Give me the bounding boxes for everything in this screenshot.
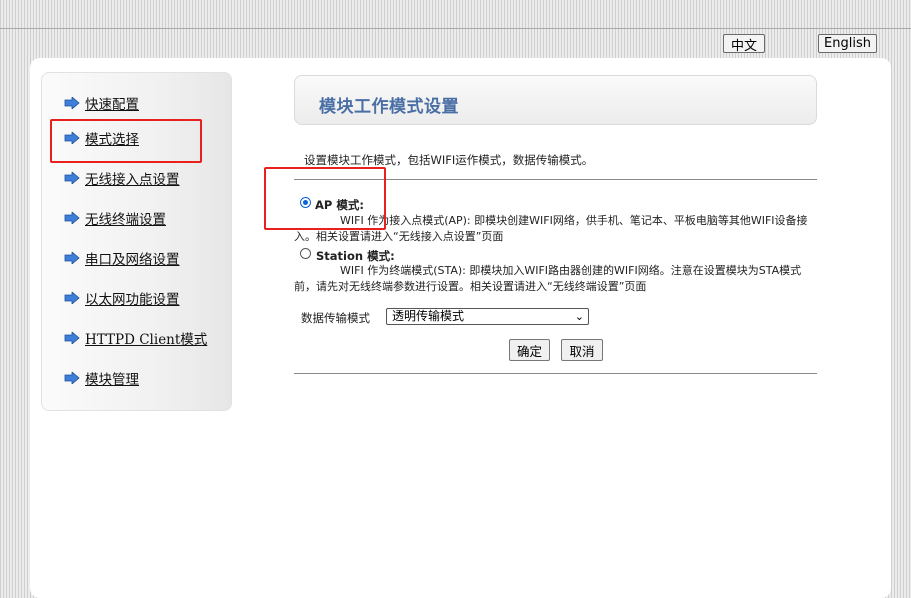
ok-button[interactable]: 确定 [509,339,550,361]
station-mode-radio[interactable] [300,248,311,259]
arrow-right-icon [64,172,80,184]
sidebar-item-label: 快速配置 [85,97,139,113]
arrow-right-icon [64,292,80,304]
english-language-button[interactable]: English [818,34,877,53]
arrow-right-icon [64,252,80,264]
chevron-down-icon: ⌄ [574,310,584,323]
arrow-right-icon [64,372,80,384]
sidebar-item-label: 以太网功能设置 [85,292,180,308]
sidebar-item-label: 无线接入点设置 [85,172,180,188]
highlight-box-ap-mode [264,167,386,230]
page-description: 设置模块工作模式，包括WIFI运作模式，数据传输模式。 [304,153,594,167]
sidebar-item-label: HTTPD Client模式 [85,332,208,348]
cancel-button[interactable]: 取消 [561,339,603,361]
sidebar-item-wireless-ap-settings[interactable]: 无线接入点设置 [64,168,180,188]
sidebar-item-label: 串口及网络设置 [85,252,180,268]
sidebar-item-quick-config[interactable]: 快速配置 [64,93,139,113]
station-mode-description: WIFI 作为终端模式(STA): 即模块加入WIFI路由器创建的WIFI网络。… [294,264,802,293]
transfer-mode-label: 数据传输模式 [301,311,370,325]
arrow-right-icon [64,97,80,109]
chinese-language-button[interactable]: 中文 [723,34,765,54]
sidebar-item-label: 模块管理 [85,372,139,388]
sidebar-item-ethernet-settings[interactable]: 以太网功能设置 [64,288,180,308]
sidebar-item-wireless-terminal-settings[interactable]: 无线终端设置 [64,208,166,228]
sidebar-item-serial-network-settings[interactable]: 串口及网络设置 [64,248,180,268]
page-title-box: 模块工作模式设置 [294,75,817,125]
transfer-mode-select[interactable]: 透明传输模式 ⌄ [386,308,589,325]
station-mode-label: Station 模式: [316,249,395,263]
top-divider [0,28,911,29]
arrow-right-icon [64,332,80,344]
page-title: 模块工作模式设置 [319,97,459,117]
divider-bottom [294,373,817,374]
sidebar-item-module-management[interactable]: 模块管理 [64,368,139,388]
transfer-mode-value: 透明传输模式 [392,309,465,323]
arrow-right-icon [64,212,80,224]
highlight-box-mode-select [50,119,202,163]
sidebar-item-httpd-client-mode[interactable]: HTTPD Client模式 [64,328,207,348]
sidebar-item-label: 无线终端设置 [85,212,166,228]
